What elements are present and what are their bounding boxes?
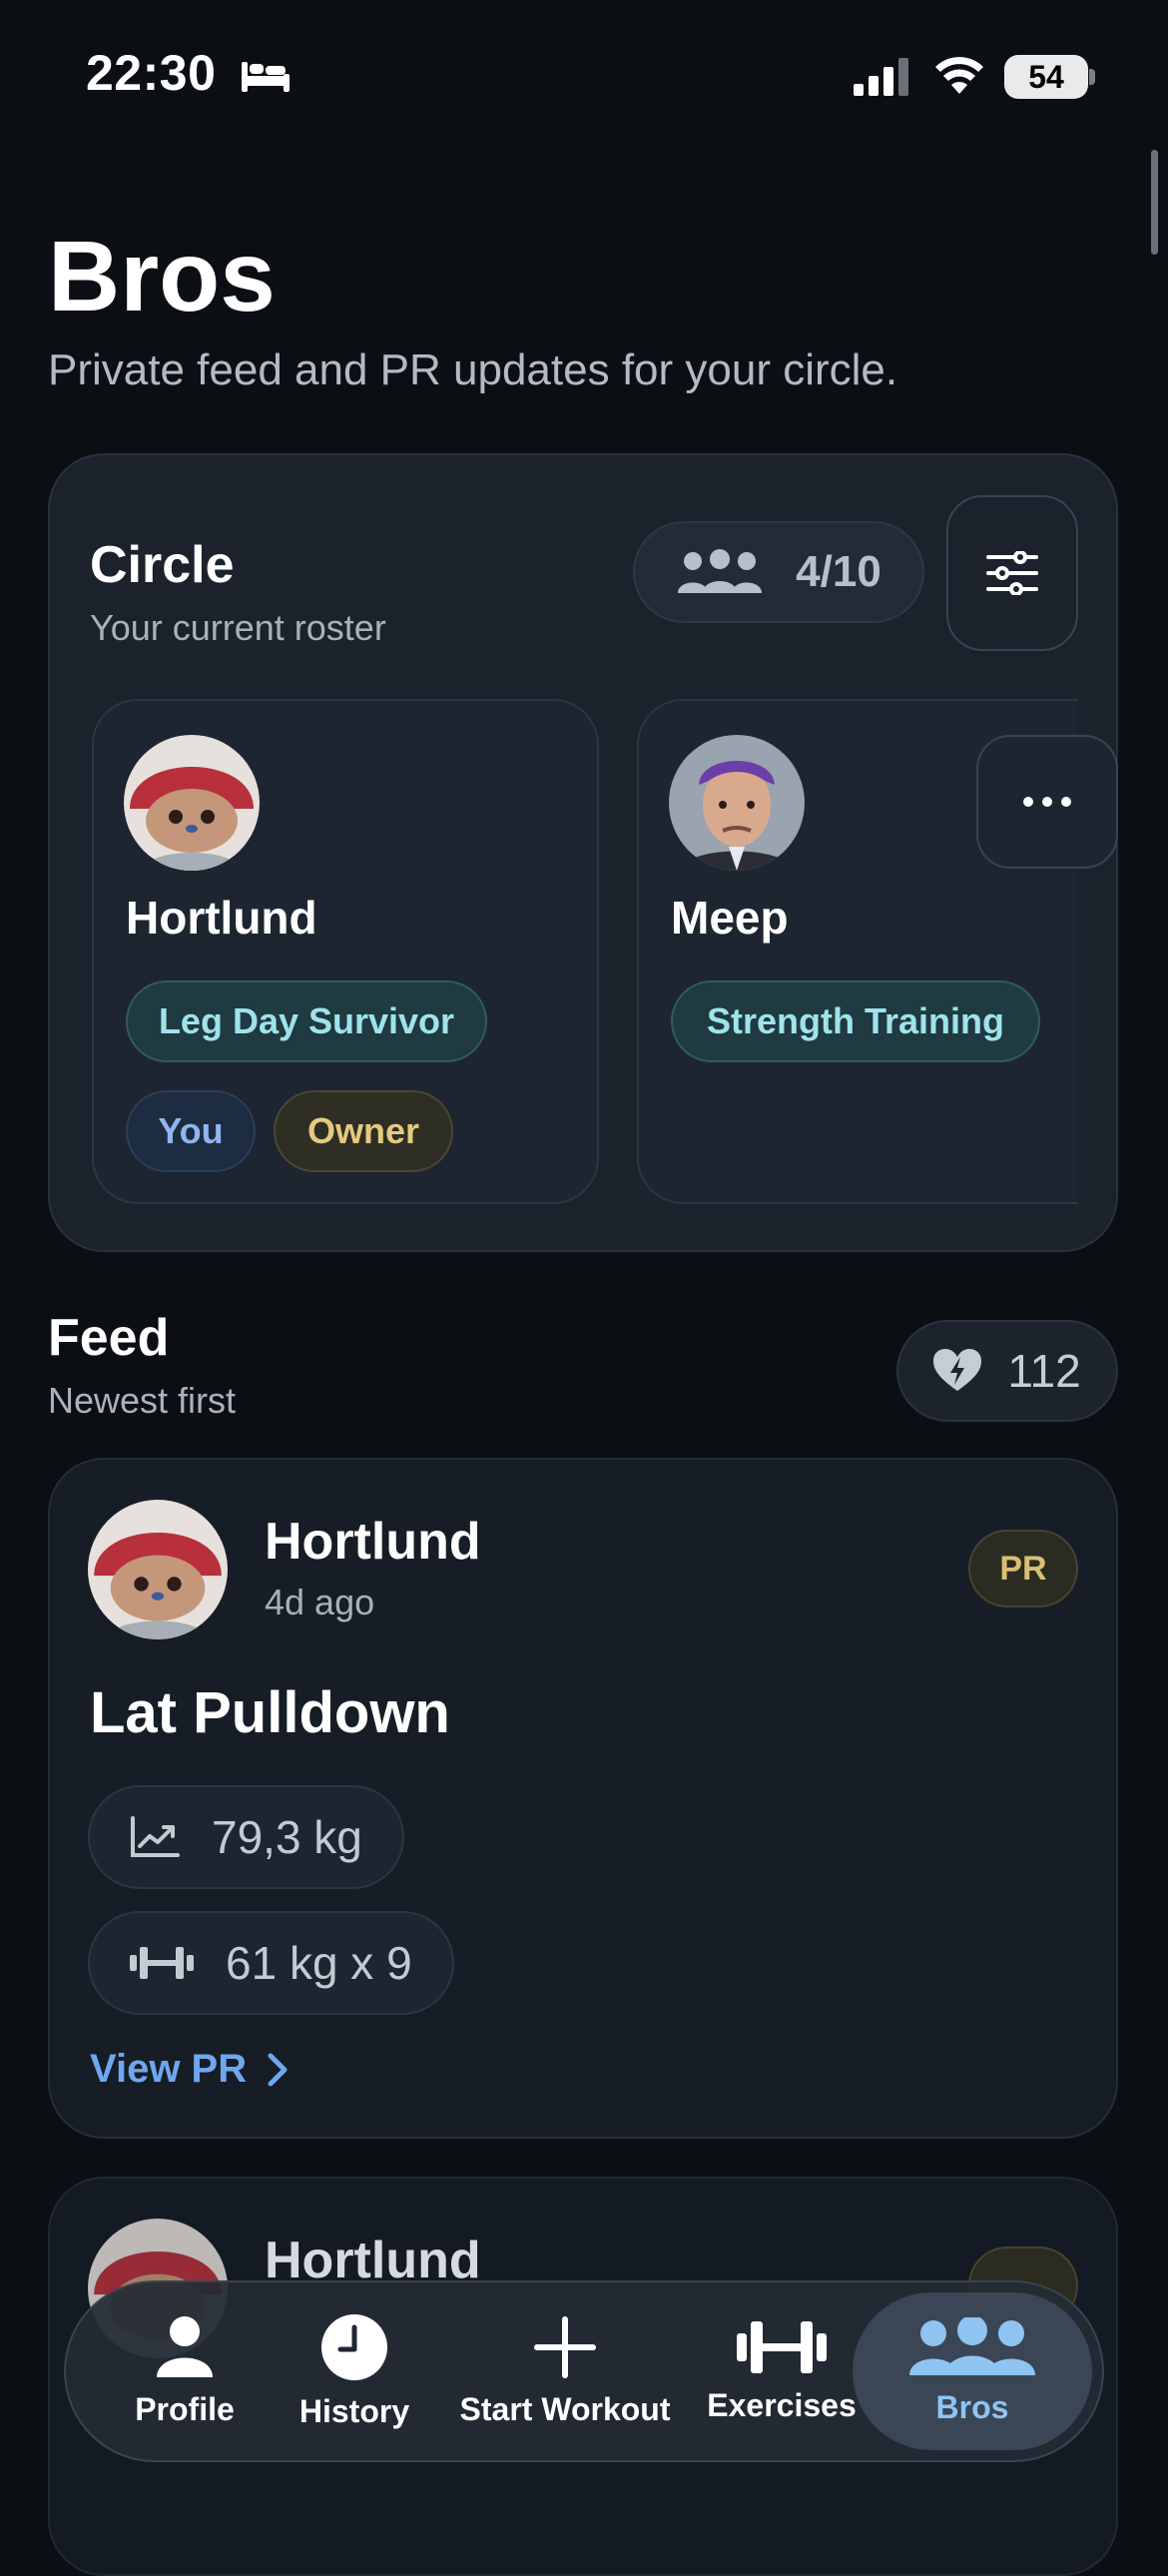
tab-exercises[interactable]: Exercises (707, 2280, 857, 2462)
scrollbar[interactable] (1151, 150, 1158, 255)
member-count-pill[interactable]: 4/10 (633, 521, 924, 623)
signal-icon (854, 58, 908, 96)
pr-badge: PR (968, 1530, 1078, 1608)
owner-badge: Owner (274, 1090, 453, 1172)
chevron-right-icon (268, 2053, 288, 2086)
feed-subtitle: Newest first (48, 1380, 237, 1421)
chart-trend-icon (131, 1816, 180, 1857)
tab-label: Bros (935, 2388, 1009, 2425)
avatar (669, 735, 805, 871)
set-pill: 61 kg x 9 (88, 1911, 454, 2015)
member-name: Meep (671, 892, 789, 944)
likes-count: 112 (1007, 1345, 1081, 1397)
member-tag: Leg Day Survivor (126, 980, 487, 1062)
page-title: Bros (48, 221, 276, 332)
members-scroller[interactable]: Hortlund Leg Day Survivor You Owner Meep… (50, 699, 1078, 1208)
battery-icon: 54 (1004, 55, 1088, 99)
battery-level: 54 (1028, 58, 1064, 95)
estimate-pill: 79,3 kg (88, 1785, 404, 1889)
plus-icon (534, 2315, 596, 2378)
member-tag: Strength Training (671, 980, 1040, 1062)
group-icon (909, 2316, 1035, 2375)
likes-pill[interactable]: 112 (896, 1320, 1118, 1422)
feed-title: Feed (48, 1309, 170, 1367)
tab-label: Start Workout (459, 2390, 671, 2427)
post-author: Hortlund (265, 1513, 481, 1571)
clock-icon (321, 2313, 387, 2380)
bed-icon (242, 62, 290, 92)
post-time: 4d ago (265, 1582, 375, 1622)
tab-label: History (298, 2392, 410, 2429)
member-count: 4/10 (796, 547, 881, 596)
circle-settings-button[interactable] (946, 495, 1078, 651)
group-icon (678, 549, 763, 593)
person-icon (157, 2315, 213, 2377)
more-options-button[interactable] (976, 735, 1118, 869)
heart-bolt-icon (933, 1349, 982, 1391)
page-subtitle: Private feed and PR updates for your cir… (48, 345, 898, 394)
view-pr-label: View PR (90, 2047, 248, 2091)
circle-title: Circle (90, 536, 235, 594)
wifi-icon (935, 57, 983, 94)
tab-label: Profile (135, 2390, 235, 2427)
view-pr-link[interactable]: View PR (90, 2047, 289, 2092)
tab-bros[interactable]: Bros (892, 2280, 1052, 2462)
set-value: 61 kg x 9 (226, 1937, 412, 1989)
battery-tip (1089, 69, 1095, 85)
avatar (124, 735, 260, 871)
circle-subtitle: Your current roster (90, 607, 386, 648)
tab-history[interactable]: History (290, 2280, 419, 2462)
exercise-name: Lat Pulldown (90, 1680, 450, 1745)
tab-start-workout[interactable]: Start Workout (455, 2280, 675, 2462)
sliders-icon (986, 551, 1038, 595)
avatar (88, 1500, 228, 1639)
dumbbell-icon (737, 2320, 827, 2373)
tab-profile[interactable]: Profile (120, 2280, 250, 2462)
you-badge: You (126, 1090, 256, 1172)
status-time: 22:30 (86, 45, 217, 101)
estimate-value: 79,3 kg (212, 1811, 362, 1863)
member-name: Hortlund (126, 892, 317, 944)
tab-label: Exercises (707, 2386, 857, 2423)
dumbbell-icon (130, 1947, 194, 1979)
ellipsis-icon (1023, 797, 1071, 807)
